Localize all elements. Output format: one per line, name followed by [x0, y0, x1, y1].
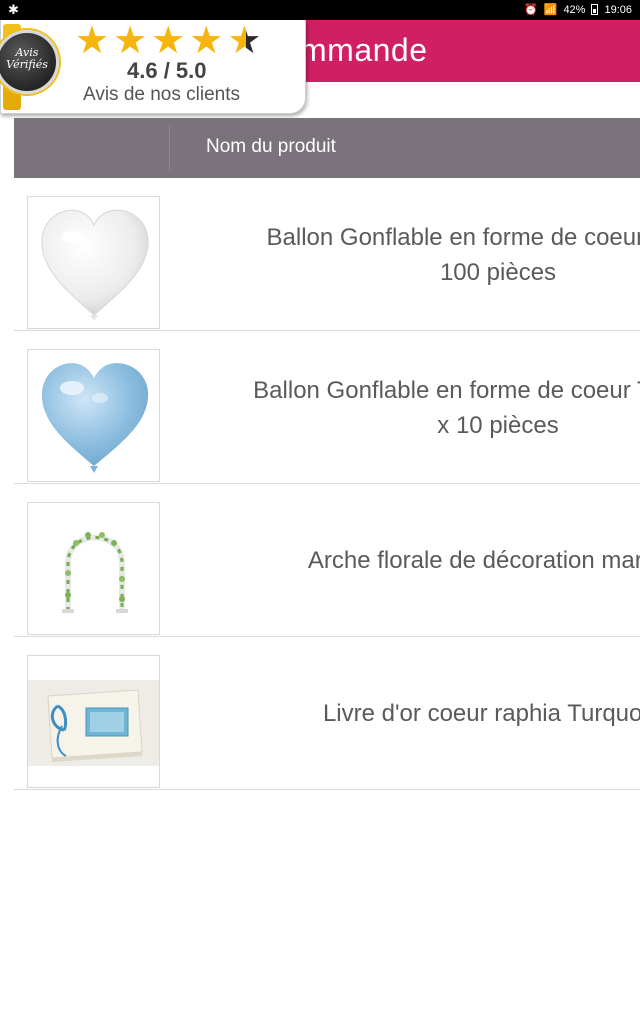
- page-header: mmande: [300, 20, 640, 82]
- clock: 19:06: [604, 3, 632, 16]
- alarm-icon: ⏰: [524, 4, 538, 16]
- reviews-widget[interactable]: Avis Vérifiés ★★★★★ 4.6 / 5.0 Avis de no…: [0, 20, 306, 114]
- product-image-blue-balloon[interactable]: [27, 349, 160, 482]
- table-row[interactable]: Ballon Gonflable en forme de coeur Blanc…: [14, 178, 640, 331]
- product-name[interactable]: Arche florale de décoration mariage: [174, 484, 640, 636]
- product-table: Nom du produit Ballon Gonflable en forme…: [14, 118, 640, 790]
- star-icon: ★: [113, 18, 152, 62]
- column-divider: [169, 126, 170, 170]
- battery-icon: [591, 4, 599, 15]
- rating-stars: ★★★★★: [75, 20, 265, 60]
- star-icon: ★: [151, 18, 190, 62]
- status-right: ⏰ 📶 42% 19:06: [524, 3, 632, 17]
- rating-score: 4.6 / 5.0: [127, 58, 207, 83]
- half-star-icon: ★: [227, 18, 266, 62]
- product-image-guestbook[interactable]: [27, 655, 160, 788]
- column-header-product-name: Nom du produit: [206, 136, 336, 157]
- reviews-label: Avis de nos clients: [83, 84, 241, 105]
- table-header: Nom du produit: [14, 118, 640, 178]
- product-image-floral-arch[interactable]: [27, 502, 160, 635]
- product-image-white-balloon[interactable]: [27, 196, 160, 329]
- star-icon: ★: [75, 18, 114, 62]
- table-row[interactable]: Ballon Gonflable en forme de coeur Turqu…: [14, 331, 640, 484]
- badge-line2: Vérifiés: [6, 58, 48, 71]
- notification-icon: ✱: [8, 2, 19, 17]
- table-row[interactable]: Arche florale de décoration mariage: [14, 484, 640, 637]
- star-icon: ★: [189, 18, 228, 62]
- product-name[interactable]: Livre d'or coeur raphia Turquoise: [174, 637, 640, 789]
- status-bar: ✱ ⏰ 📶 42% 19:06: [0, 0, 640, 20]
- product-name[interactable]: Ballon Gonflable en forme de coeur Blanc…: [174, 178, 640, 330]
- product-name[interactable]: Ballon Gonflable en forme de coeur Turqu…: [174, 331, 640, 483]
- table-row[interactable]: Livre d'or coeur raphia Turquoise: [14, 637, 640, 790]
- wifi-icon: 📶: [543, 4, 558, 16]
- page-title: mmande: [300, 32, 428, 68]
- verified-reviews-badge: Avis Vérifiés: [0, 30, 59, 94]
- battery-percent: 42%: [563, 3, 586, 16]
